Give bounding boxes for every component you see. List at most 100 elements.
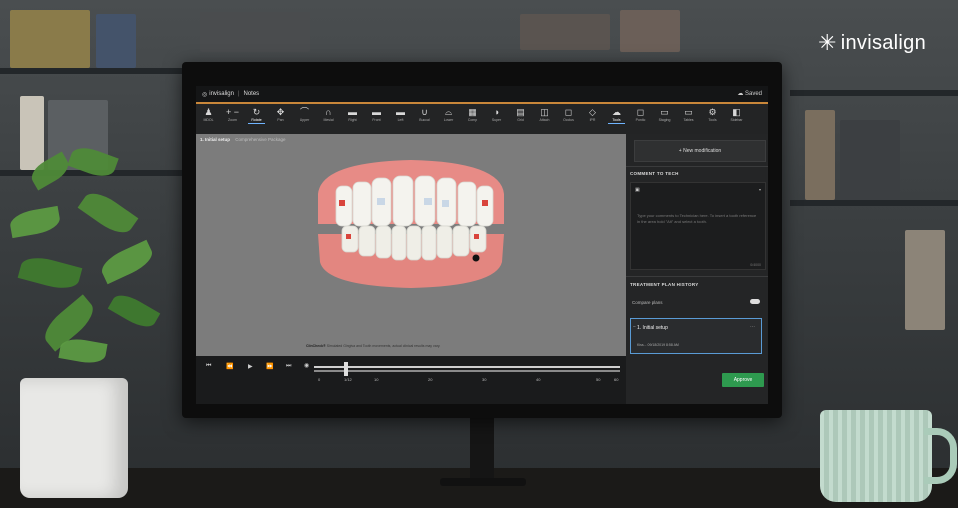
- timeline-tick: 60: [614, 377, 619, 382]
- cloud-icon: ☁: [737, 91, 744, 97]
- book: [96, 14, 136, 68]
- skip-start-button[interactable]: ⏮: [206, 363, 211, 370]
- notes-menu[interactable]: Notes: [244, 91, 260, 97]
- tool-sidebar-button[interactable]: ◧ Sidebar: [728, 104, 745, 123]
- invisalign-star-icon: ✳: [818, 30, 837, 55]
- tool-label: IPR: [589, 118, 596, 122]
- tool-pan-button[interactable]: ✥ Pan: [272, 104, 289, 123]
- tool-comp-icon: ▦: [468, 107, 477, 117]
- book: [10, 10, 90, 68]
- tool-label: Sidebar: [730, 118, 743, 122]
- collapse-icon[interactable]: −: [633, 324, 636, 330]
- shelf: [0, 68, 190, 74]
- tool-lower-button[interactable]: ⌓ Lower: [440, 104, 457, 123]
- tool-right-icon: ▬: [348, 107, 357, 117]
- app-header: ◎ invisalign | Notes ☁ Saved: [196, 86, 768, 102]
- new-modification-button[interactable]: + New modification: [634, 140, 766, 162]
- tool-pontic-button[interactable]: ◻ Pontic: [632, 104, 649, 123]
- tool-occlus-icon: ◻: [564, 107, 573, 117]
- separator: |: [237, 91, 240, 97]
- tool-front-icon: ▬: [372, 107, 381, 117]
- tool-label: Front: [372, 118, 381, 122]
- step-forward-button[interactable]: ⏩: [266, 363, 273, 370]
- tool-label: Rotate: [251, 118, 262, 122]
- tool-front-button[interactable]: ▬ Front: [368, 104, 385, 123]
- timeline-tick: 40: [536, 377, 541, 382]
- invisalign-logo: ✳ invisalign: [818, 30, 926, 56]
- tool-zoom-button[interactable]: + − Zoom: [224, 104, 241, 123]
- tool-right-button[interactable]: ▬ Right: [344, 104, 361, 123]
- tool-occlus-button[interactable]: ◻ Occlus: [560, 104, 577, 123]
- tool-label: Upper: [299, 118, 310, 122]
- tool-upper-button[interactable]: ⌒ Upper: [296, 104, 313, 123]
- stage-slider-lower[interactable]: [314, 370, 620, 372]
- tool-rotate-button[interactable]: ↻ Rotate: [248, 104, 265, 124]
- slider-handle[interactable]: [344, 362, 348, 376]
- more-icon[interactable]: ⋯: [750, 324, 755, 330]
- clincheck-disclaimer: ClinCheck® Simulated Gingiva and Tooth m…: [306, 344, 441, 348]
- play-button[interactable]: ▶: [248, 363, 253, 370]
- teeth-model[interactable]: [196, 134, 626, 356]
- tool-super-icon: ◑: [493, 107, 500, 117]
- step-back-button[interactable]: ⏪: [226, 363, 233, 370]
- tool-label: Staging: [658, 118, 671, 122]
- tool-attach-icon: ◫: [540, 107, 549, 117]
- tool-left-button[interactable]: ▬ Left: [392, 104, 409, 123]
- tool-label: Tools: [612, 118, 621, 122]
- stage-slider-upper[interactable]: [314, 366, 620, 368]
- tool-label: Super: [491, 118, 502, 122]
- tool-grid-button[interactable]: ▤ Grid: [512, 104, 529, 123]
- tool-tools-button[interactable]: ☁ Tools: [608, 104, 625, 124]
- tool-buccal-button[interactable]: ∪ Buccal: [416, 104, 433, 123]
- tool-tables-icon: ▭: [684, 107, 693, 117]
- tool-pontic-icon: ◻: [636, 107, 645, 117]
- compare-plans-label: Compare plans: [632, 300, 663, 305]
- stage-slider-icon[interactable]: ◉: [304, 362, 309, 369]
- comment-textarea[interactable]: ▣ ▾ Type your comments to Technician her…: [630, 182, 766, 270]
- tool-grid-icon: ▤: [516, 107, 525, 117]
- tool-tables-button[interactable]: ▭ Tables: [680, 104, 697, 123]
- tool-mdol-button[interactable]: ♟ MDOL: [200, 104, 217, 123]
- shelf: [790, 90, 958, 96]
- dropdown-caret-icon[interactable]: ▾: [759, 187, 761, 192]
- tool-staging-button[interactable]: ▭ Staging: [656, 104, 673, 123]
- character-count: 0/4000: [750, 263, 761, 267]
- tool-label: Grid: [517, 118, 524, 122]
- tool-ipr-button[interactable]: ◇ IPR: [584, 104, 601, 123]
- plan-item-title: 1. Initial setup: [637, 325, 668, 331]
- brand-icon: ◎: [202, 91, 208, 98]
- tool-label: Tools: [708, 118, 717, 122]
- plant-pot: [20, 378, 128, 498]
- plan-history-item[interactable]: − 1. Initial setup ⋯ Kiss... 09/18/2019 …: [630, 318, 762, 354]
- tool-mesial-button[interactable]: ∩ Mesial: [320, 104, 337, 123]
- tool-upper-icon: ⌒: [299, 107, 309, 117]
- timeline-tick: 20: [428, 377, 433, 382]
- history-heading: TREATMENT PLAN HISTORY: [630, 282, 699, 287]
- tool-label: Mesial: [323, 118, 334, 122]
- book: [200, 12, 310, 52]
- skip-end-button[interactable]: ⏭: [286, 363, 291, 370]
- tool-label: Zoom: [228, 118, 237, 122]
- tool-tools-button[interactable]: ⚙ Tools: [704, 104, 721, 123]
- tool-ipr-icon: ◇: [589, 107, 596, 117]
- tool-left-icon: ▬: [396, 107, 405, 117]
- save-status[interactable]: ☁ Saved: [737, 90, 762, 97]
- tool-attach-button[interactable]: ◫ Attach: [536, 104, 553, 123]
- tool-super-button[interactable]: ◑ Super: [488, 104, 505, 123]
- monitor: ◎ invisalign | Notes ☁ Saved ♟ MDOL + − Zoo…: [182, 62, 782, 418]
- plan-item-subtitle: Kiss... 09/18/2019 8:58 AM: [637, 343, 679, 347]
- timeline-tick: 50: [596, 377, 601, 382]
- tooth-reference-icon[interactable]: ▣: [635, 187, 640, 193]
- approve-button[interactable]: Approve: [722, 373, 764, 387]
- tool-label: MDOL: [203, 118, 214, 122]
- tool-label: Attach: [539, 118, 550, 122]
- tool-label: Right: [348, 118, 357, 122]
- mug-handle: [924, 428, 957, 484]
- tool-buccal-icon: ∪: [421, 107, 428, 117]
- compare-plans-toggle[interactable]: [750, 299, 760, 304]
- app-brand: ◎ invisalign | Notes: [202, 91, 259, 98]
- 3d-viewport[interactable]: 1. Initial setup Comprehensive Package C…: [196, 134, 626, 356]
- tool-label: Occlus: [563, 118, 574, 122]
- toolbar: ♟ MDOL + − Zoom ↻ Rotate ✥ Pan ⌒ Upper ∩ Mesial ▬ Rig…: [196, 104, 768, 134]
- tool-comp-button[interactable]: ▦ Comp: [464, 104, 481, 123]
